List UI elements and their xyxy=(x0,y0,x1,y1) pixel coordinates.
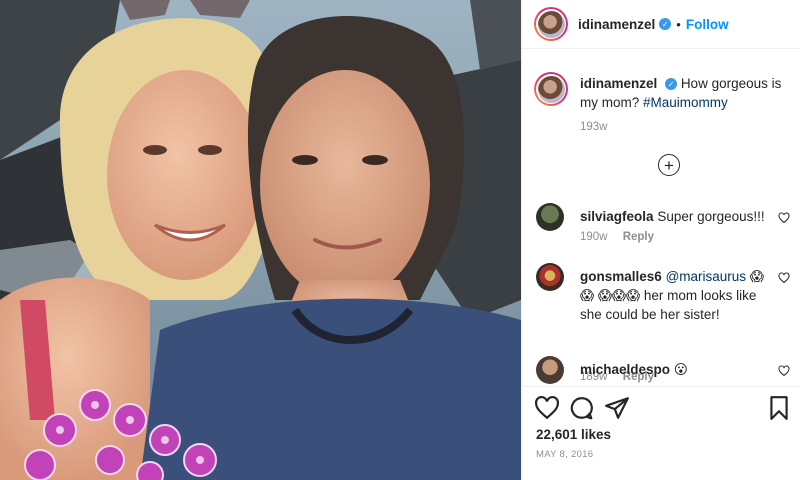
follow-button[interactable]: Follow xyxy=(686,17,729,32)
comment-username[interactable]: gonsmalles6 xyxy=(580,269,662,284)
heart-icon[interactable] xyxy=(534,395,560,421)
post-photo[interactable] xyxy=(0,0,521,480)
comments-list[interactable]: idinamenzel ✓ How gorgeous is my mom? #M… xyxy=(522,50,800,386)
post-side-panel: idinamenzel ✓ • Follow idinamenzel ✓ How… xyxy=(521,0,800,480)
comment-meta: 190w Reply xyxy=(580,231,654,243)
emoji: 😱 xyxy=(626,288,641,303)
reply-button[interactable]: Reply xyxy=(623,231,654,243)
verified-badge-icon: ✓ xyxy=(665,78,678,91)
commenter-avatar[interactable] xyxy=(536,203,564,231)
commenter-avatar[interactable] xyxy=(536,263,564,291)
caption-avatar[interactable] xyxy=(534,72,568,106)
caption-text: idinamenzel ✓ How gorgeous is my mom? #M… xyxy=(580,74,792,112)
commenter-avatar[interactable] xyxy=(536,356,564,384)
comment-text: silviagfeola Super gorgeous!!! xyxy=(580,207,770,226)
emoji: 😱 xyxy=(749,269,764,284)
post-actions: 22,601 likes MAY 8, 2016 xyxy=(522,386,800,480)
comment-username[interactable]: silviagfeola xyxy=(580,209,654,224)
separator-dot: • xyxy=(676,16,681,32)
avatar-image xyxy=(537,75,565,103)
comment-body: Super gorgeous!!! xyxy=(657,209,765,224)
post-header: idinamenzel ✓ • Follow xyxy=(522,0,800,49)
plus-circle-icon[interactable]: + xyxy=(658,154,680,176)
emoji: 😮 xyxy=(673,362,688,377)
comment-text: michaeldespo 😮 xyxy=(580,360,770,379)
verified-badge-icon: ✓ xyxy=(659,18,672,30)
header-username[interactable]: idinamenzel xyxy=(578,17,655,32)
caption-username[interactable]: idinamenzel xyxy=(580,76,657,91)
emoji: 😱 xyxy=(597,288,612,303)
comment-time[interactable]: 190w xyxy=(580,231,608,243)
mention-link[interactable]: @marisaurus xyxy=(666,269,746,284)
heart-icon[interactable] xyxy=(778,272,790,284)
emoji: 😱 xyxy=(580,288,595,303)
bookmark-icon[interactable] xyxy=(766,395,792,421)
comment-icon[interactable] xyxy=(568,395,594,421)
heart-icon[interactable] xyxy=(778,365,790,377)
comment-username[interactable]: michaeldespo xyxy=(580,362,670,377)
heart-icon[interactable] xyxy=(778,212,790,224)
comment-text: gonsmalles6 @marisaurus 😱😱 😱😱😱 her mom l… xyxy=(580,267,770,324)
caption-timestamp[interactable]: 193w xyxy=(580,121,608,133)
avatar-image xyxy=(537,10,565,38)
emoji: 😱 xyxy=(611,288,626,303)
likes-count[interactable]: 22,601 likes xyxy=(536,427,611,442)
hashtag-link[interactable]: #Mauimommy xyxy=(643,95,728,110)
paper-plane-icon[interactable] xyxy=(604,395,630,421)
header-avatar[interactable] xyxy=(534,7,568,41)
post-date[interactable]: MAY 8, 2016 xyxy=(536,449,593,460)
photo-illustration xyxy=(0,0,521,480)
